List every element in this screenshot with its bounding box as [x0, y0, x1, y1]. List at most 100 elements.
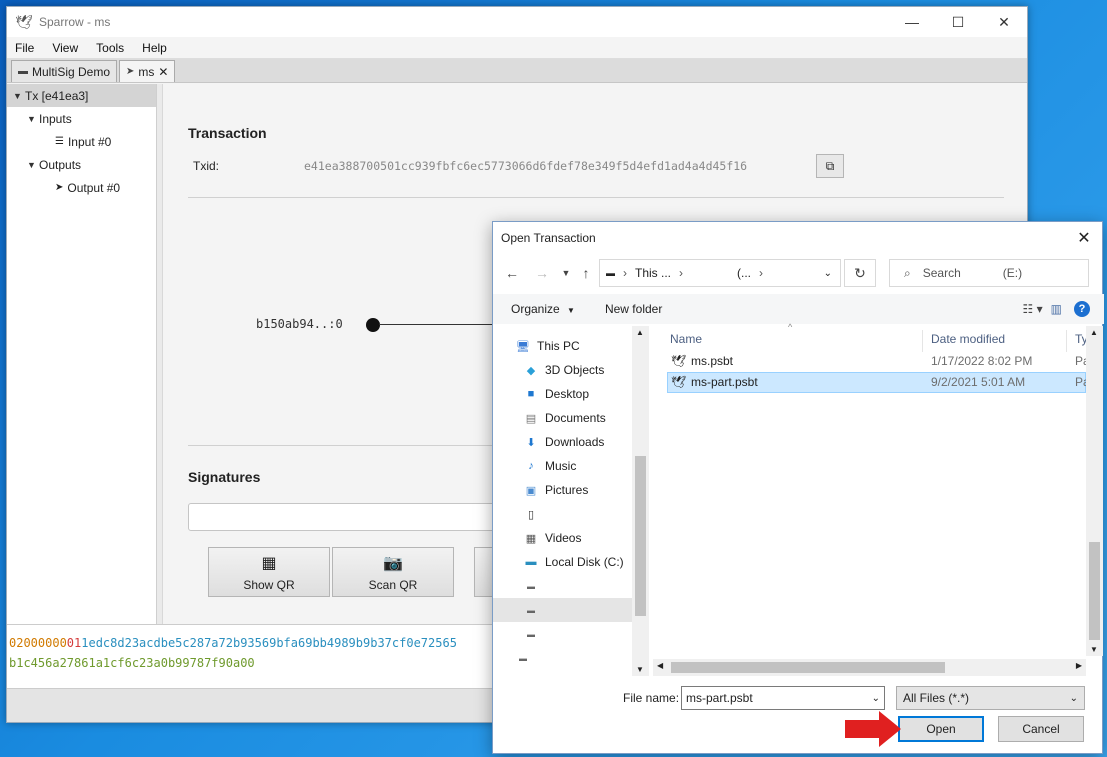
nav-item-documents[interactable]: ▤ Documents: [493, 406, 647, 430]
menu-help[interactable]: Help: [142, 41, 167, 55]
copy-txid-button[interactable]: ⧉: [816, 154, 844, 178]
dialog-title: Open Transaction: [501, 231, 596, 245]
expand-triangle-icon[interactable]: ▼: [27, 160, 39, 170]
tab-label: MultiSig Demo: [32, 64, 111, 79]
close-icon[interactable]: ✕: [981, 7, 1027, 37]
nav-item-drive-f[interactable]: ▬: [493, 622, 647, 646]
documents-icon: ▤: [525, 412, 537, 425]
cancel-button[interactable]: Cancel: [998, 716, 1084, 742]
tree-item-input-0[interactable]: ☰ Input #0: [7, 130, 156, 153]
expand-triangle-icon[interactable]: ▼: [13, 91, 25, 101]
nav-item-phone[interactable]: ▯: [493, 502, 647, 526]
nav-item-local-disk[interactable]: ▬ Local Disk (C:): [493, 550, 647, 574]
search-input[interactable]: ⌕ Search (E:): [889, 259, 1089, 287]
recent-locations-chevron-icon[interactable]: ▼: [557, 264, 575, 282]
file-type-filter[interactable]: All Files (*.*) ⌄: [896, 686, 1085, 710]
refresh-icon: ↻: [854, 264, 866, 281]
scrollbar-thumb[interactable]: [671, 662, 945, 673]
arrow-shape: [845, 711, 901, 747]
menu-bar: File View Tools Help: [7, 37, 1027, 59]
file-list-hscrollbar[interactable]: ◀ ▶: [653, 659, 1086, 676]
breadcrumb-drive[interactable]: (...: [737, 266, 751, 280]
search-scope: (E:): [1002, 266, 1023, 280]
column-separator[interactable]: [1066, 330, 1067, 352]
scroll-up-icon[interactable]: ▲: [1090, 328, 1098, 337]
column-header-date[interactable]: Date modified: [931, 332, 1005, 346]
scrollbar-thumb[interactable]: [1089, 542, 1100, 640]
organize-label: Organize: [511, 302, 560, 316]
view-options-icon[interactable]: ☷ ▾: [1023, 302, 1043, 316]
sparrow-file-icon: 🕊: [671, 375, 687, 389]
nav-item-music[interactable]: ♪ Music: [493, 454, 647, 478]
navigation-row: ← → ▼ ↑ ▬ › This ... › (... › ⌄ ↻ ⌕ Sear…: [493, 258, 1104, 288]
maximize-icon[interactable]: ☐: [935, 7, 981, 37]
tab-close-icon[interactable]: ✕: [158, 65, 168, 79]
menu-tools[interactable]: Tools: [96, 41, 124, 55]
nav-item-this-pc[interactable]: 🖥 This PC: [493, 334, 647, 358]
address-dropdown-chevron-icon[interactable]: ⌄: [824, 268, 832, 279]
nav-item-drive-e[interactable]: ▬: [493, 598, 647, 622]
file-row-selected[interactable]: 🕊 ms-part.psbt 9/2/2021 5:01 AM Pa: [667, 372, 1090, 393]
tree-item-label: Outputs: [39, 157, 82, 172]
scroll-up-icon[interactable]: ▲: [636, 328, 644, 337]
file-row[interactable]: 🕊 ms.psbt 1/17/2022 8:02 PM Pa: [667, 351, 1090, 372]
nav-item-drive-d[interactable]: ▬: [493, 574, 647, 598]
nav-item-desktop[interactable]: ■ Desktop: [493, 382, 647, 406]
nav-item-label: Local Disk (C:): [545, 555, 624, 569]
column-separator[interactable]: [922, 330, 923, 352]
tree-item-outputs[interactable]: ▼ Outputs: [7, 153, 156, 176]
file-list: Name ^ Date modified Ty 🕊 ms.psbt 1/17/2…: [666, 322, 1090, 656]
nav-item-pictures[interactable]: ▣ Pictures: [493, 478, 647, 502]
expand-triangle-icon[interactable]: ▼: [27, 114, 39, 124]
nav-pane-scrollbar[interactable]: ▲ ▼: [632, 326, 649, 676]
address-bar[interactable]: ▬ › This ... › (... › ⌄: [599, 259, 841, 287]
breadcrumb-this-pc[interactable]: This ...: [635, 266, 671, 280]
input-node-dot: [366, 318, 380, 332]
minimize-icon[interactable]: —: [889, 7, 935, 37]
scroll-down-icon[interactable]: ▼: [636, 665, 644, 674]
annotation-arrow-icon: [845, 711, 901, 747]
open-button[interactable]: Open: [898, 716, 984, 742]
forward-arrow-icon[interactable]: →: [533, 264, 551, 282]
drive-icon: ▬: [527, 581, 535, 591]
show-qr-button[interactable]: ▦ Show QR: [208, 547, 330, 597]
scan-qr-button[interactable]: 📷 Scan QR: [332, 547, 454, 597]
scroll-right-icon[interactable]: ▶: [1076, 661, 1082, 670]
organize-button[interactable]: Organize ▼: [511, 302, 575, 316]
scrollbar-thumb[interactable]: [635, 456, 646, 616]
signatures-progress-bar: [188, 503, 508, 531]
transaction-heading: Transaction: [188, 125, 267, 141]
scroll-left-icon[interactable]: ◀: [657, 661, 663, 670]
column-header-name[interactable]: Name: [670, 332, 702, 346]
tree-item-tx[interactable]: ▼ Tx [e41ea3]: [7, 84, 156, 107]
refresh-button[interactable]: ↻: [844, 259, 876, 287]
up-arrow-icon[interactable]: ↑: [577, 264, 595, 282]
close-icon[interactable]: ✕: [1072, 226, 1096, 250]
preview-pane-icon[interactable]: ▥: [1051, 302, 1062, 316]
file-name: ms.psbt: [691, 354, 734, 368]
download-arrow-icon: ⬇: [526, 436, 536, 449]
nav-item-network-drive[interactable]: ▬: [493, 646, 647, 670]
file-list-scrollbar[interactable]: ▲ ▼: [1086, 326, 1103, 656]
wallet-icon: ▬: [18, 66, 28, 77]
filter-value: All Files (*.*): [903, 691, 970, 705]
back-arrow-icon[interactable]: ←: [503, 264, 521, 282]
new-folder-button[interactable]: New folder: [605, 302, 662, 316]
tree-item-output-0[interactable]: ➤ Output #0: [7, 176, 156, 199]
help-icon[interactable]: ?: [1074, 301, 1090, 317]
file-name-input[interactable]: ms-part.psbt ⌄: [681, 686, 885, 710]
file-name-value: ms-part.psbt: [686, 691, 753, 705]
scroll-down-icon[interactable]: ▼: [1090, 645, 1098, 654]
split-divider[interactable]: [157, 84, 163, 624]
menu-file[interactable]: File: [15, 41, 34, 55]
tab-multisig-demo[interactable]: ▬ MultiSig Demo: [11, 60, 118, 82]
menu-view[interactable]: View: [52, 41, 78, 55]
tab-bar: ▬ MultiSig Demo ➤ ms ✕: [7, 59, 1027, 83]
nav-item-3d-objects[interactable]: ◆ 3D Objects: [493, 358, 647, 382]
nav-item-videos[interactable]: ▦ Videos: [493, 526, 647, 550]
tree-item-inputs[interactable]: ▼ Inputs: [7, 107, 156, 130]
nav-item-downloads[interactable]: ⬇ Downloads: [493, 430, 647, 454]
tab-ms[interactable]: ➤ ms ✕: [119, 60, 176, 82]
send-icon: ➤: [126, 66, 135, 77]
chevron-down-icon[interactable]: ⌄: [872, 693, 880, 704]
